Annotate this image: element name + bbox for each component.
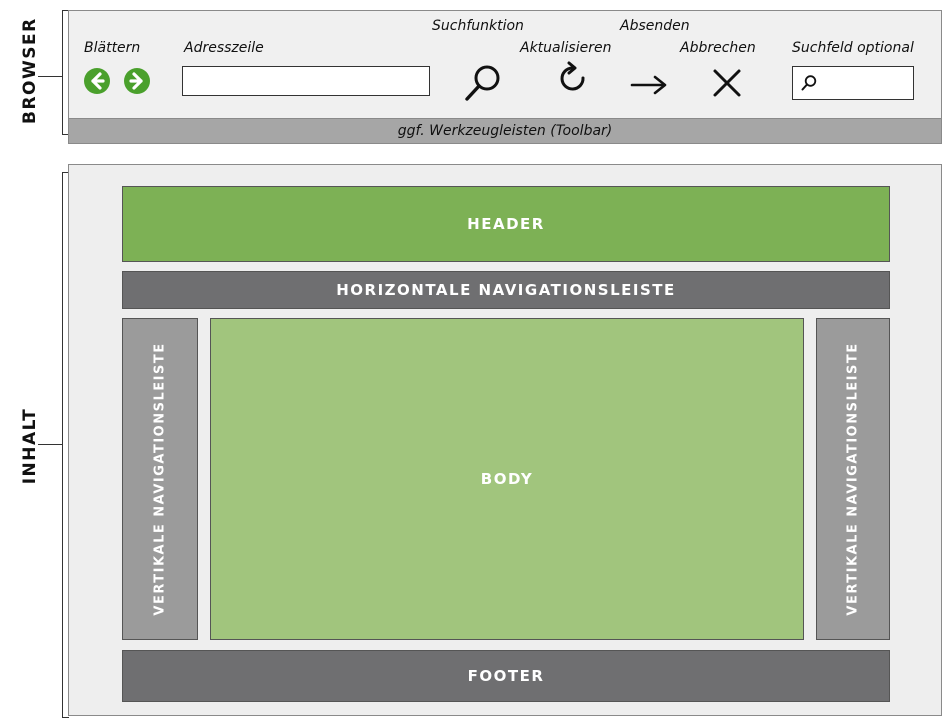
vertical-nav-right-label: VERTIKALE NAVIGATIONSLEISTE bbox=[845, 342, 861, 616]
body-block: BODY bbox=[210, 318, 804, 640]
arrow-left-icon bbox=[91, 72, 105, 90]
toolbar-label: ggf. Werkzeugleisten (Toolbar) bbox=[397, 123, 613, 139]
header-label: HEADER bbox=[467, 215, 545, 233]
horizontal-nav-label: HORIZONTALE NAVIGATIONSLEISTE bbox=[336, 281, 676, 299]
close-icon[interactable] bbox=[710, 66, 744, 100]
body-label: BODY bbox=[480, 470, 534, 488]
vertical-nav-right-block: VERTIKALE NAVIGATIONSLEISTE bbox=[816, 318, 890, 640]
browser-section-label: BROWSER bbox=[20, 17, 40, 124]
vertical-nav-left-label: VERTIKALE NAVIGATIONSLEISTE bbox=[152, 342, 168, 616]
label-aktualisieren: Aktualisieren bbox=[520, 40, 612, 56]
content-section-label: INHALT bbox=[20, 407, 40, 485]
forward-button[interactable] bbox=[124, 68, 150, 94]
submit-arrow-icon[interactable] bbox=[628, 72, 670, 98]
refresh-icon[interactable] bbox=[556, 60, 592, 102]
label-suchfunktion: Suchfunktion bbox=[432, 18, 524, 34]
label-adresszeile: Adresszeile bbox=[184, 40, 264, 56]
content-bracket-tick bbox=[38, 444, 62, 445]
footer-label: FOOTER bbox=[467, 667, 545, 685]
search-icon[interactable] bbox=[462, 62, 504, 104]
address-bar[interactable] bbox=[182, 66, 430, 96]
vertical-nav-left-block: VERTIKALE NAVIGATIONSLEISTE bbox=[122, 318, 198, 640]
header-block: HEADER bbox=[122, 186, 890, 262]
label-absenden: Absenden bbox=[620, 18, 690, 34]
footer-block: FOOTER bbox=[122, 650, 890, 702]
label-abbrechen: Abbrechen bbox=[680, 40, 756, 56]
arrow-right-icon bbox=[129, 72, 143, 90]
search-field-icon bbox=[801, 75, 817, 91]
horizontal-nav-block: HORIZONTALE NAVIGATIONSLEISTE bbox=[122, 271, 890, 309]
search-field[interactable] bbox=[792, 66, 914, 100]
browser-bracket-tick bbox=[38, 76, 62, 77]
label-blaettern: Blättern bbox=[84, 40, 141, 56]
toolbar-strip: ggf. Werkzeugleisten (Toolbar) bbox=[68, 118, 942, 144]
back-button[interactable] bbox=[84, 68, 110, 94]
label-suchfeld: Suchfeld optional bbox=[792, 40, 914, 56]
